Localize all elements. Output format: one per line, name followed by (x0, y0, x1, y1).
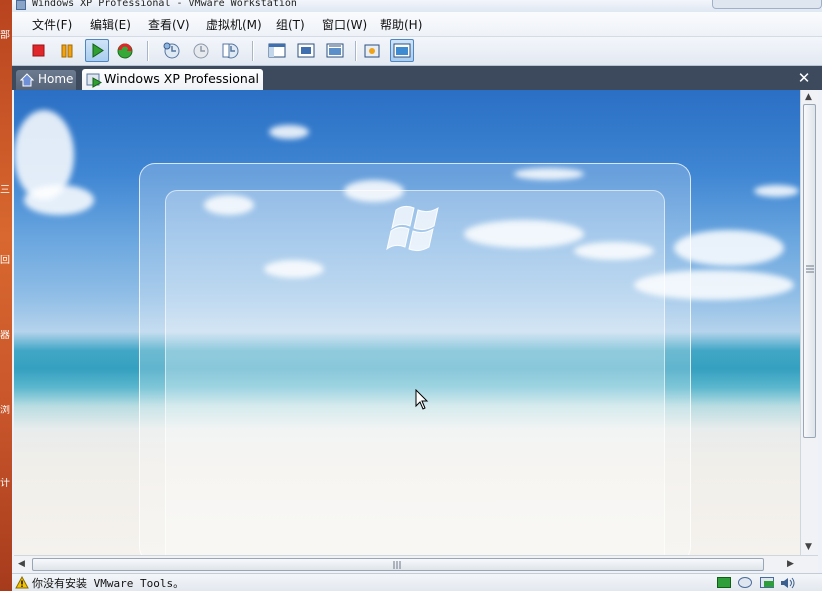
show-sidebar-icon[interactable] (265, 39, 289, 62)
cloud (754, 185, 799, 197)
desktop-icon-label[interactable]: 部 (0, 30, 12, 42)
menu-view[interactable]: 查看(V) (148, 16, 190, 33)
scroll-down-arrow-icon[interactable]: ▼ (805, 542, 812, 552)
home-icon (20, 73, 34, 87)
cloud (269, 125, 309, 139)
scroll-right-arrow-icon[interactable]: ▶ (787, 559, 794, 569)
window-title: Windows XP Professional - VMware Worksta… (32, 0, 297, 9)
close-tab-button[interactable]: ✕ (794, 68, 814, 88)
window-controls[interactable] (712, 0, 822, 9)
tab-windows-xp-label: Windows XP Professional (104, 71, 259, 86)
title-bar[interactable]: Windows XP Professional - VMware Worksta… (12, 0, 822, 12)
menu-window[interactable]: 窗口(W) (322, 16, 367, 33)
tab-home-label: Home (38, 72, 74, 86)
desktop-background-strip: 部 三 回 器 浏 计 (0, 0, 12, 591)
windows-logo-icon (386, 205, 439, 252)
snapshot-icon[interactable] (160, 39, 184, 62)
cloud (24, 185, 94, 215)
vertical-scrollbar[interactable]: ▲ ▼ (800, 90, 818, 555)
snapshot-manager-icon[interactable] (218, 39, 242, 62)
toolbar-separator (252, 41, 254, 61)
tab-bar: Home Windows XP Professional ✕ (12, 66, 822, 90)
menu-vm[interactable]: 虚拟机(M) (206, 16, 262, 33)
summary-view-icon[interactable] (360, 39, 384, 62)
mouse-cursor-icon (415, 389, 429, 410)
desktop-icon-label[interactable]: 浏 (0, 405, 12, 417)
pause-icon[interactable] (55, 39, 79, 62)
network-activity-icon (764, 581, 774, 587)
vm-display[interactable] (14, 90, 800, 555)
console-view-icon[interactable] (390, 39, 414, 62)
revert-snapshot-icon[interactable] (189, 39, 213, 62)
play-icon[interactable] (85, 39, 109, 62)
menu-bar: 文件(F) 编辑(E) 查看(V) 虚拟机(M) 组(T) 窗口(W) 帮助(H… (12, 12, 822, 37)
grip-icon (806, 265, 814, 273)
sound-icon[interactable] (780, 577, 796, 589)
menu-help[interactable]: 帮助(H) (380, 16, 422, 33)
desktop-icon-label[interactable]: 回 (0, 255, 12, 267)
desktop-icon-label[interactable]: 计 (0, 478, 12, 490)
menu-team[interactable]: 组(T) (276, 16, 305, 33)
full-screen-icon[interactable] (294, 39, 318, 62)
hard-disk-icon[interactable] (717, 577, 731, 588)
grip-icon (393, 561, 401, 569)
toolbar-separator (147, 41, 149, 61)
horizontal-scrollbar[interactable]: ◀ ▶ (14, 555, 818, 573)
warning-icon (15, 576, 29, 589)
vm-running-icon (86, 73, 102, 88)
status-bar: 你没有安装 VMware Tools。 (12, 573, 822, 591)
cd-rom-icon[interactable] (738, 577, 752, 588)
tab-home[interactable]: Home (16, 70, 76, 90)
vmware-app-icon (16, 0, 26, 10)
horizontal-scroll-thumb[interactable] (32, 558, 764, 571)
scroll-up-arrow-icon[interactable]: ▲ (805, 92, 812, 102)
desktop-icon-label[interactable]: 三 (0, 185, 12, 197)
tab-windows-xp[interactable]: Windows XP Professional (82, 69, 263, 90)
menu-file[interactable]: 文件(F) (32, 16, 72, 33)
scroll-left-arrow-icon[interactable]: ◀ (18, 559, 25, 569)
quick-switch-icon[interactable] (323, 39, 347, 62)
menu-edit[interactable]: 编辑(E) (90, 16, 131, 33)
stop-icon[interactable] (26, 39, 50, 62)
vertical-scroll-thumb[interactable] (803, 104, 816, 438)
status-message[interactable]: 你没有安装 VMware Tools。 (32, 575, 184, 591)
toolbar-separator (355, 41, 357, 61)
desktop-icon-label[interactable]: 器 (0, 330, 12, 342)
toolbar (12, 37, 822, 66)
vmware-window: Windows XP Professional - VMware Worksta… (12, 0, 822, 591)
reset-icon[interactable] (113, 39, 137, 62)
